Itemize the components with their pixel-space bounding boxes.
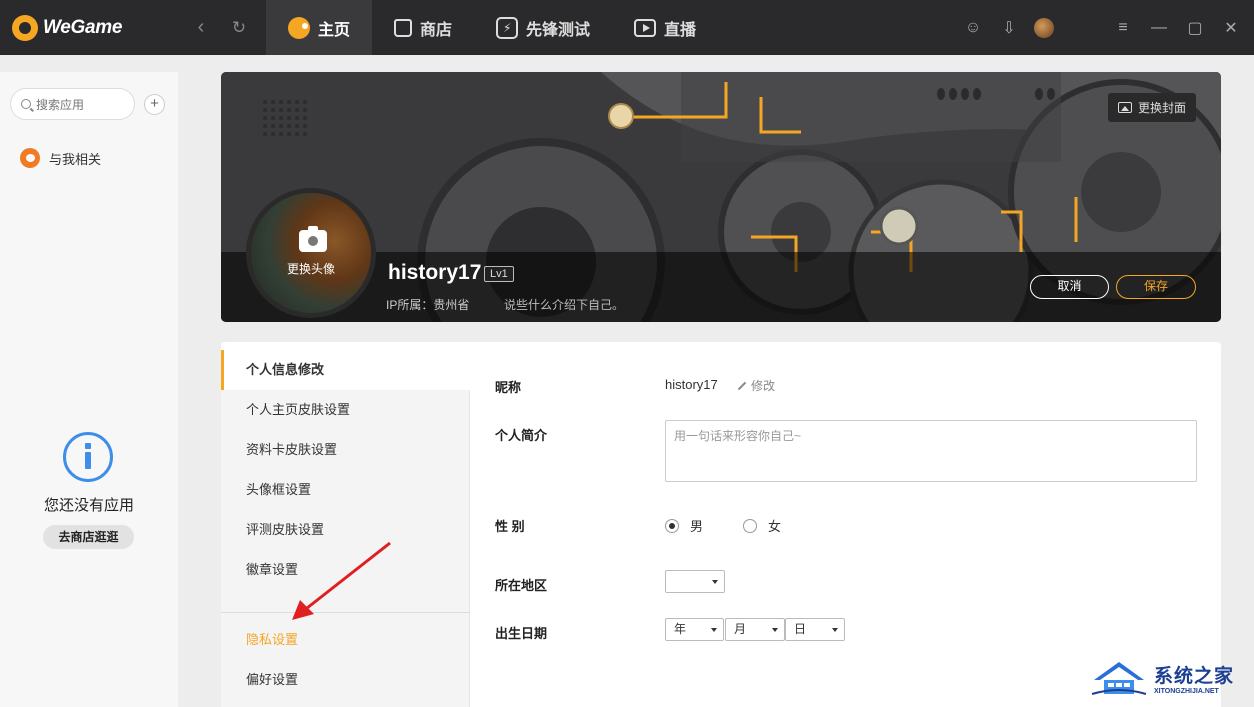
gender-female-radio[interactable]: 女 [743,516,781,535]
chevron-down-icon [712,580,718,584]
search-placeholder: 搜索应用 [36,97,85,112]
region-label: 所在地区 [495,578,548,593]
wegame-icon [20,148,40,168]
user-avatar-icon[interactable] [1034,17,1054,38]
change-avatar-label: 更换头像 [286,262,335,276]
info-icon [63,432,113,482]
level-badge: Lv1 [484,266,514,282]
home-icon [288,16,310,39]
annotation-arrow [292,541,391,620]
wegame-logo-icon [12,14,38,41]
refresh-button[interactable]: ↻ [220,18,258,38]
tab-shop[interactable]: 商店 [372,0,474,55]
chat-icon[interactable]: ☺ [962,19,984,37]
chevron-down-icon [711,628,717,632]
username: history17 [388,261,482,284]
bio-textarea[interactable]: 用一句话来形容你自己~ [665,420,1197,482]
gender-male-radio[interactable]: 男 [665,516,703,535]
tab-label: 商店 [420,21,453,39]
tab-home[interactable]: 主页 [266,0,373,55]
birth-date-label: 出生日期 [495,626,548,641]
nickname-label: 昵称 [495,380,522,395]
app-name: WeGame [43,16,123,38]
change-cover-button[interactable]: 更换封面 [1107,93,1196,122]
birth-day-select[interactable]: 日 [785,618,845,641]
camera-icon [299,226,327,252]
search-input[interactable]: 搜索应用 [10,88,135,120]
change-avatar-button[interactable]: 更换头像 [246,188,376,318]
bio-label: 个人简介 [495,428,548,443]
watermark-en: XITONGZHIJIA.NET [1154,688,1219,695]
close-icon[interactable]: ✕ [1220,18,1242,38]
title-bar-icons: ☺ ⇩ ≡ — ▢ ✕ [962,17,1242,38]
settings-panel: 个人信息修改 个人主页皮肤设置 资料卡皮肤设置 头像框设置 评测皮肤设置 徽章设… [221,342,1221,707]
radio-unchecked-icon [743,518,757,533]
birth-year-select[interactable]: 年 [665,618,724,641]
minimize-icon[interactable]: — [1148,19,1170,37]
bio-input[interactable]: 说些什么介绍下自己。 [504,296,624,313]
app-logo[interactable]: WeGame [12,0,182,55]
main-nav-tabs: 主页 商店 ⚡ 先锋测试 直播 [266,0,718,55]
save-button[interactable]: 保存 [1116,275,1196,299]
watermark-cn: 系统之家 [1154,666,1235,687]
radio-label: 女 [768,519,782,534]
menu-item-profile-edit[interactable]: 个人信息修改 [221,350,470,390]
edit-label: 修改 [751,379,776,393]
region-select[interactable] [665,570,725,593]
settings-menu: 个人信息修改 个人主页皮肤设置 资料卡皮肤设置 头像框设置 评测皮肤设置 徽章设… [221,350,470,707]
ip-location: IP所属：贵州省 [386,298,470,312]
image-icon [1117,102,1132,113]
maximize-icon[interactable]: ▢ [1184,18,1206,38]
tab-label: 主页 [318,21,351,39]
profile-banner: 更换封面 更换头像 history17 Lv1 IP所属：贵州省 说些什么介绍下… [221,72,1221,322]
watermark: 系统之家 XITONGZHIJIA.NET [1090,655,1245,701]
menu-item-homepage-skin[interactable]: 个人主页皮肤设置 [221,390,470,430]
pencil-icon [737,381,747,390]
top-bar: WeGame ‹ ↻ 主页 商店 ⚡ 先锋测试 直播 ☺ ⇩ ≡ — ▢ ✕ [0,0,1254,55]
chevron-down-icon [832,628,838,632]
add-app-button[interactable]: + [144,94,165,115]
download-icon[interactable]: ⇩ [998,18,1020,38]
menu-item-preferences[interactable]: 偏好设置 [221,660,470,700]
change-cover-label: 更换封面 [1137,101,1186,115]
gender-label: 性 别 [495,519,525,534]
back-button[interactable]: ‹ [182,16,220,39]
search-icon [21,99,31,109]
tab-live[interactable]: 直播 [612,0,718,55]
house-logo-icon [1091,662,1147,695]
app-sidebar: 搜索应用 + 与我相关 您还没有应用 去商店逛逛 [0,72,178,707]
go-shop-button[interactable]: 去商店逛逛 [43,525,134,549]
cancel-button[interactable]: 取消 [1030,275,1109,299]
menu-item-card-skin[interactable]: 资料卡皮肤设置 [221,430,470,470]
sidebar-item-related[interactable]: 与我相关 [20,148,101,168]
play-icon [634,18,657,37]
tab-label: 先锋测试 [526,21,591,39]
empty-state-text: 您还没有应用 [43,497,134,514]
radio-checked-icon [665,518,679,533]
tab-label: 直播 [664,21,697,39]
menu-icon[interactable]: ≡ [1112,19,1134,37]
tab-beta-test[interactable]: ⚡ 先锋测试 [474,0,612,55]
chevron-down-icon [772,628,778,632]
menu-item-avatar-frame[interactable]: 头像框设置 [221,470,470,510]
birth-month-select[interactable]: 月 [725,618,785,641]
lightning-icon: ⚡ [496,16,519,39]
nickname-value: history17 [665,377,718,392]
sidebar-item-label: 与我相关 [49,151,102,167]
edit-nickname-button[interactable]: 修改 [737,377,775,394]
shopping-bag-icon [394,18,413,37]
radio-label: 男 [690,519,704,534]
